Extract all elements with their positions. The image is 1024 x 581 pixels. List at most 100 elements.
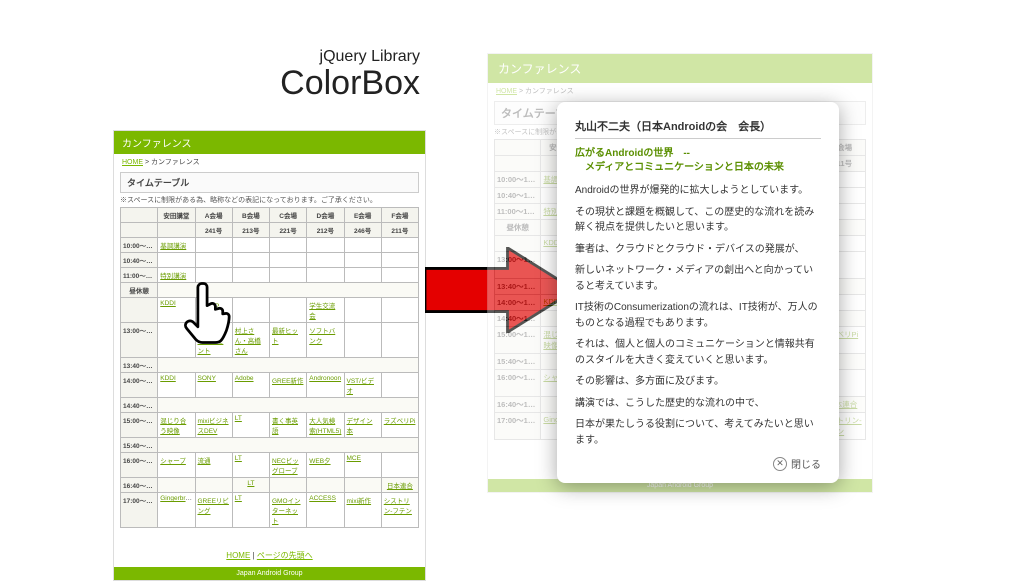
breadcrumb-home-link[interactable]: HOME (496, 88, 517, 95)
session-link[interactable]: Andronoon (309, 375, 341, 382)
session-cell[interactable]: GREE新作 (270, 373, 307, 398)
timetable-col-header: E会場 (344, 208, 381, 223)
session-cell[interactable]: GREEリビング (195, 493, 232, 528)
session-cell (381, 253, 418, 268)
session-link[interactable]: Adobe (235, 375, 254, 382)
time-cell: 10:00～10:40 (121, 238, 158, 253)
session-link[interactable]: 日本連合 (387, 483, 413, 490)
session-link[interactable]: ACCESS (309, 495, 336, 502)
session-cell (381, 298, 418, 323)
time-cell: 17:00～17:40 (121, 493, 158, 528)
session-cell (344, 298, 381, 323)
time-cell: 10:40～11:00 (495, 188, 541, 204)
session-cell[interactable]: ACCESS (307, 493, 344, 528)
session-link[interactable]: LT (235, 495, 242, 502)
session-cell[interactable]: 最新ヒット (270, 323, 307, 358)
session-cell[interactable]: Gingerbread (158, 493, 195, 528)
footer-home-link[interactable]: HOME (226, 551, 250, 560)
timetable-col-header (495, 140, 541, 156)
session-cell[interactable]: 混じり合う映像 (158, 413, 195, 438)
session-link[interactable]: 書く事英語 (272, 418, 298, 435)
timetable-col-header: F会場 (381, 208, 418, 223)
session-link[interactable]: シストリン-フテン (384, 498, 412, 515)
session-cell[interactable]: シストリン-フテン (381, 493, 418, 528)
session-cell[interactable]: LT (232, 413, 269, 438)
table-row: 14:00～14:40KDDI SONY Adobe GREE新作 Andronoon V… (121, 373, 419, 398)
session-link[interactable]: NECビッグローブ (272, 458, 299, 475)
session-link[interactable]: 村上さん・高橋さん (235, 328, 261, 355)
session-cell[interactable]: Andronoon (307, 373, 344, 398)
session-cell[interactable]: 日本連合 (381, 478, 418, 493)
break-cell (158, 438, 419, 453)
session-cell[interactable]: デザイン本 (344, 413, 381, 438)
session-link[interactable]: mixiビジネスDEV (198, 418, 229, 435)
session-link[interactable]: WEB夕 (309, 458, 330, 465)
session-cell[interactable]: WEB夕 (307, 453, 344, 478)
footer-top-link[interactable]: ページの先頭へ (257, 551, 313, 560)
session-cell[interactable]: 大人気検索(HTML5) (307, 413, 344, 438)
session-link[interactable]: シャープ (160, 458, 186, 465)
session-link[interactable]: 混じり合う映像 (160, 418, 186, 435)
session-cell[interactable]: VST/ビデオ (344, 373, 381, 398)
session-link[interactable]: ラズベリPi (384, 418, 416, 425)
session-link[interactable]: MCE (347, 455, 361, 462)
session-link[interactable]: 大人気検索(HTML5) (309, 418, 341, 435)
break-cell (158, 398, 419, 413)
section-note: ※スペースに制限がある為、略称などの表記になっております。ご了承ください。 (120, 195, 419, 205)
session-link[interactable]: KDDI (160, 300, 176, 307)
table-row: 15:40～16:00 (121, 438, 419, 453)
modal-close[interactable]: ✕ 閉じる (575, 456, 821, 471)
session-cell[interactable]: 村上さん・高橋さん (232, 323, 269, 358)
session-link[interactable]: GMOインターネット (272, 498, 301, 525)
session-cell[interactable]: LT (232, 493, 269, 528)
time-cell: 14:00～14:40 (121, 373, 158, 398)
footer-links: HOME | ページの先頭へ (114, 534, 425, 567)
session-cell[interactable]: mixiビジネスDEV (195, 413, 232, 438)
time-cell: 17:00～17:40 (495, 413, 541, 440)
session-link[interactable]: Gingerbread (160, 495, 195, 502)
session-cell[interactable]: SONY (195, 373, 232, 398)
session-link[interactable]: LT (247, 480, 254, 487)
session-cell[interactable]: KDDI (158, 373, 195, 398)
session-link[interactable]: mixi新作 (347, 498, 372, 505)
timetable-room-header: 246号 (344, 223, 381, 238)
session-link[interactable]: LT (235, 455, 242, 462)
session-cell[interactable]: Adobe (232, 373, 269, 398)
session-link[interactable]: 最新ヒット (272, 328, 298, 345)
session-cell[interactable]: NECビッグローブ (270, 453, 307, 478)
session-link[interactable]: 学生交流会 (309, 303, 335, 320)
session-link[interactable]: GREEリビング (198, 498, 229, 515)
session-cell[interactable]: シャープ (158, 453, 195, 478)
time-cell: 15:40～16:00 (121, 438, 158, 453)
session-cell[interactable]: LT (232, 453, 269, 478)
session-link[interactable]: SONY (198, 375, 216, 382)
timetable-col-header: 安田講堂 (158, 208, 195, 223)
session-link[interactable]: GREE新作 (272, 378, 303, 385)
session-cell (307, 253, 344, 268)
breadcrumb-home-link[interactable]: HOME (122, 159, 143, 166)
session-cell[interactable]: ソフトバンク (307, 323, 344, 358)
session-cell (381, 323, 418, 358)
session-cell (307, 478, 344, 493)
close-icon[interactable]: ✕ (773, 457, 787, 471)
session-link[interactable]: 流通 (198, 458, 211, 465)
session-cell[interactable]: 流通 (195, 453, 232, 478)
session-link[interactable]: VST/ビデオ (347, 378, 374, 395)
session-cell[interactable]: ラズベリPi (381, 413, 418, 438)
session-link[interactable]: LT (235, 415, 242, 422)
session-cell[interactable]: LT (232, 478, 269, 493)
session-cell[interactable]: 学生交流会 (307, 298, 344, 323)
session-cell[interactable]: GMOインターネット (270, 493, 307, 528)
session-cell[interactable]: MCE (344, 453, 381, 478)
session-cell[interactable]: 書く事英語 (270, 413, 307, 438)
session-link[interactable]: KDDI (160, 375, 176, 382)
page-header-bar: カンファレンス (114, 131, 425, 154)
timetable-room-header (121, 223, 158, 238)
session-link[interactable]: 基調講演 (160, 243, 186, 250)
session-cell[interactable]: mixi新作 (344, 493, 381, 528)
session-link[interactable]: ソフトバンク (309, 328, 335, 345)
library-title: ColorBox (120, 66, 420, 100)
session-link[interactable]: デザイン本 (347, 418, 373, 435)
session-cell[interactable]: 基調講演 (158, 238, 195, 253)
modal-paragraph: Androidの世界が爆発的に拡大しようとしています。 (575, 183, 821, 199)
